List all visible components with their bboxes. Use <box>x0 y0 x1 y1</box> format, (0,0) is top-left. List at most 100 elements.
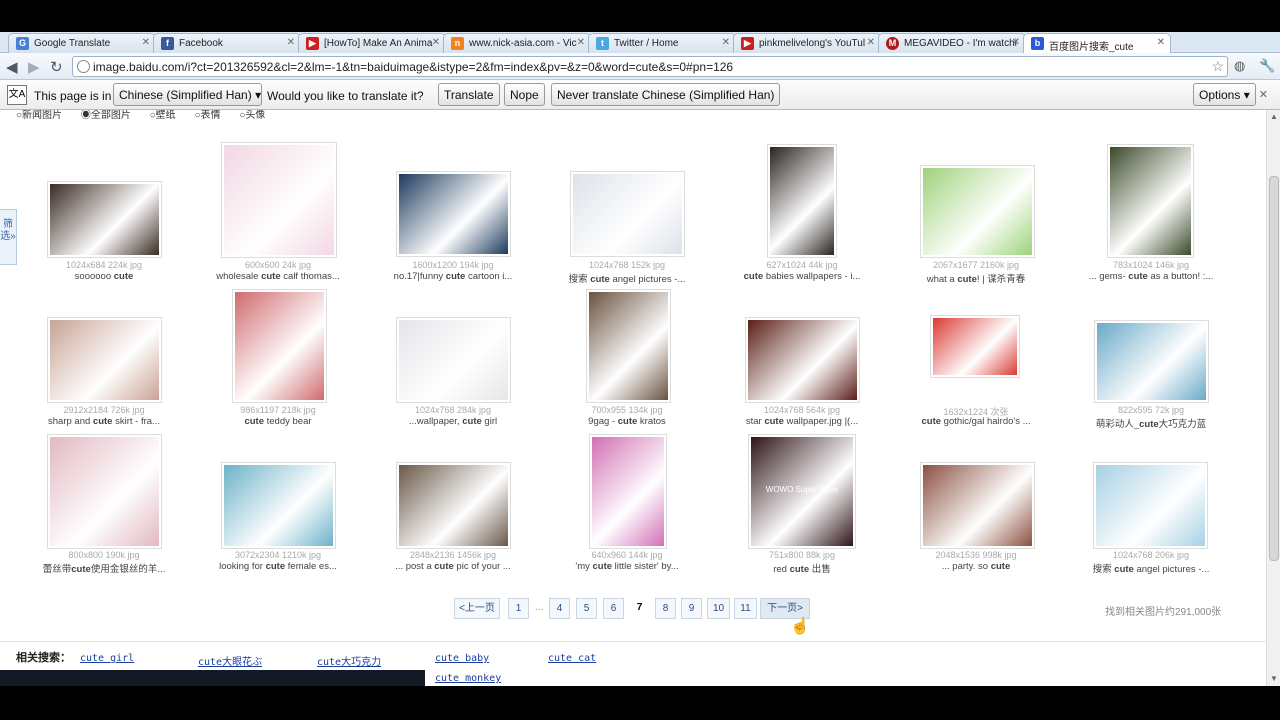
filter-all[interactable]: ◉全部图片 <box>81 110 139 121</box>
result-caption-link[interactable]: ... gems- cute as a button! :... <box>1064 271 1238 282</box>
result-caption-link[interactable]: 搜索 cute angel pictures -... <box>1064 561 1238 575</box>
result-thumbnail[interactable] <box>570 171 685 257</box>
result-thumbnail[interactable]: WOWO Super Store <box>748 434 856 549</box>
related-search-link[interactable]: cute大巧克力 <box>317 653 381 668</box>
page-link[interactable]: 4 <box>549 598 570 619</box>
forward-arrow-icon[interactable]: ▶ <box>28 58 40 76</box>
result-caption-link[interactable]: red cute 出售 <box>715 561 889 575</box>
page-menu-icon[interactable]: ◍ <box>1234 58 1245 74</box>
filter-side-tab[interactable]: 筛选» <box>0 209 17 265</box>
vertical-scrollbar[interactable]: ▲ ▼ <box>1266 110 1280 686</box>
result-caption-link[interactable]: 蕾丝带cute使用金银丝的羊... <box>17 561 191 575</box>
scroll-down-arrow-icon[interactable]: ▼ <box>1270 674 1278 683</box>
result-thumbnail[interactable] <box>767 144 837 258</box>
result-caption-link[interactable]: 9gag - cute kratos <box>540 416 714 427</box>
close-icon[interactable]: ✕ <box>1259 88 1268 101</box>
nick-icon: n <box>451 37 464 50</box>
result-caption-link[interactable]: cute teddy bear <box>191 416 365 427</box>
result-caption-link[interactable]: soooooo cute <box>17 271 191 282</box>
result-image <box>1097 323 1206 400</box>
page-link[interactable]: 8 <box>655 598 676 619</box>
result-thumbnail[interactable] <box>221 462 336 549</box>
result-thumbnail[interactable] <box>47 434 162 549</box>
result-caption-link[interactable]: cute babies wallpapers - i... <box>715 271 889 282</box>
result-thumbnail[interactable] <box>745 317 860 403</box>
related-search-link[interactable]: cute girl <box>80 653 134 664</box>
back-arrow-icon[interactable]: ◀ <box>6 58 18 76</box>
tab-megavideo[interactable]: M MEGAVIDEO - I'm watchi ✕ <box>878 33 1026 53</box>
result-thumbnail[interactable] <box>1107 144 1194 258</box>
related-search-link[interactable]: cute baby <box>435 653 489 664</box>
page-link[interactable]: 9 <box>681 598 702 619</box>
close-icon[interactable]: ✕ <box>867 37 875 48</box>
result-caption-link[interactable]: what a cute! | 谋杀青春 <box>889 271 1063 285</box>
tab-nick-asia[interactable]: n www.nick-asia.com - Vic ✕ <box>443 33 591 53</box>
language-select[interactable]: Chinese (Simplified Han) ▾ <box>113 83 262 106</box>
close-icon[interactable]: ✕ <box>1157 37 1165 48</box>
never-translate-button[interactable]: Never translate Chinese (Simplified Han) <box>551 83 781 106</box>
page-link[interactable]: 11 <box>734 598 757 619</box>
nope-button[interactable]: Nope <box>504 83 545 106</box>
bookmark-star-icon[interactable]: ☆ <box>1211 58 1224 75</box>
result-caption-link[interactable]: cute gothic/gal hairdo's ... <box>889 416 1063 427</box>
related-search-link[interactable]: cute cat <box>548 653 596 664</box>
page-link[interactable]: 10 <box>707 598 730 619</box>
tab-howto[interactable]: ▶ [HowTo] Make An Anima ✕ <box>298 33 446 53</box>
page-info-icon[interactable] <box>77 60 90 73</box>
close-icon[interactable]: ✕ <box>577 37 585 48</box>
result-thumbnail[interactable] <box>920 462 1035 549</box>
close-icon[interactable]: ✕ <box>287 37 295 48</box>
related-search-link[interactable]: cute大眼花ぶ <box>198 653 262 668</box>
caption-keyword: cute <box>462 416 482 427</box>
result-caption-link[interactable]: 'my cute little sister' by... <box>540 561 714 572</box>
filter-avatar[interactable]: ○头像 <box>239 110 273 121</box>
tab-facebook[interactable]: f Facebook ✕ <box>153 33 301 53</box>
result-thumbnail[interactable] <box>920 165 1035 258</box>
result-thumbnail[interactable] <box>396 462 511 549</box>
result-caption-link[interactable]: star cute wallpaper.jpg |(... <box>715 416 889 427</box>
address-bar[interactable]: image.baidu.com/i?ct=201326592&cl=2&lm=-… <box>72 56 1228 77</box>
result-caption-link[interactable]: looking for cute female es... <box>191 561 365 572</box>
tab-baidu-image[interactable]: b 百度图片搜索_cute ✕ <box>1023 33 1171 54</box>
result-thumbnail[interactable] <box>1094 320 1209 403</box>
translate-button[interactable]: Translate <box>438 83 500 106</box>
reload-icon[interactable]: ↻ <box>50 58 63 76</box>
page-link[interactable]: 1 <box>508 598 529 619</box>
result-thumbnail[interactable] <box>47 181 162 258</box>
close-icon[interactable]: ✕ <box>722 37 730 48</box>
wrench-icon[interactable]: 🔧 <box>1259 58 1275 74</box>
filter-emoticon[interactable]: ○表情 <box>194 110 228 121</box>
prev-page-button[interactable]: <上一页 <box>454 598 500 619</box>
result-caption-link[interactable]: sharp and cute skirt - fra... <box>17 416 191 427</box>
options-button[interactable]: Options ▾ <box>1193 83 1256 106</box>
result-thumbnail[interactable] <box>396 317 511 403</box>
result-caption-link[interactable]: ...wallpaper, cute girl <box>366 416 540 427</box>
result-thumbnail[interactable] <box>930 315 1020 378</box>
result-caption-link[interactable]: ... party. so cute <box>889 561 1063 572</box>
result-thumbnail[interactable] <box>586 289 671 403</box>
result-thumbnail[interactable] <box>589 434 667 549</box>
filter-wallpaper[interactable]: ○壁纸 <box>150 110 184 121</box>
tab-google-translate[interactable]: G Google Translate ✕ <box>8 33 156 53</box>
result-caption-link[interactable]: no.17|funny cute cartoon i... <box>366 271 540 282</box>
result-thumbnail[interactable] <box>221 142 337 258</box>
tab-pinkmelivelong[interactable]: ▶ pinkmelivelong's YouTul ✕ <box>733 33 881 53</box>
result-caption-link[interactable]: 萌彩动人_cute大巧克力蓝 <box>1064 416 1238 430</box>
close-icon[interactable]: ✕ <box>1012 37 1020 48</box>
related-search-link[interactable]: cute monkey <box>435 673 501 684</box>
close-icon[interactable]: ✕ <box>142 37 150 48</box>
result-thumbnail[interactable] <box>232 289 327 403</box>
result-caption-link[interactable]: wholesale cute calf thomas... <box>191 271 365 282</box>
result-thumbnail[interactable] <box>47 317 162 403</box>
scroll-up-arrow-icon[interactable]: ▲ <box>1270 112 1278 121</box>
tab-twitter[interactable]: t Twitter / Home ✕ <box>588 33 736 53</box>
page-link[interactable]: 6 <box>603 598 624 619</box>
filter-news[interactable]: ○新闻图片 <box>16 110 70 121</box>
result-caption-link[interactable]: 搜索 cute angel pictures -... <box>540 271 714 285</box>
result-thumbnail[interactable] <box>1093 462 1208 549</box>
page-link[interactable]: 5 <box>576 598 597 619</box>
result-caption-link[interactable]: ... post a cute pic of your ... <box>366 561 540 572</box>
scrollbar-thumb[interactable] <box>1269 176 1279 561</box>
result-thumbnail[interactable] <box>396 171 511 257</box>
close-icon[interactable]: ✕ <box>432 37 440 48</box>
